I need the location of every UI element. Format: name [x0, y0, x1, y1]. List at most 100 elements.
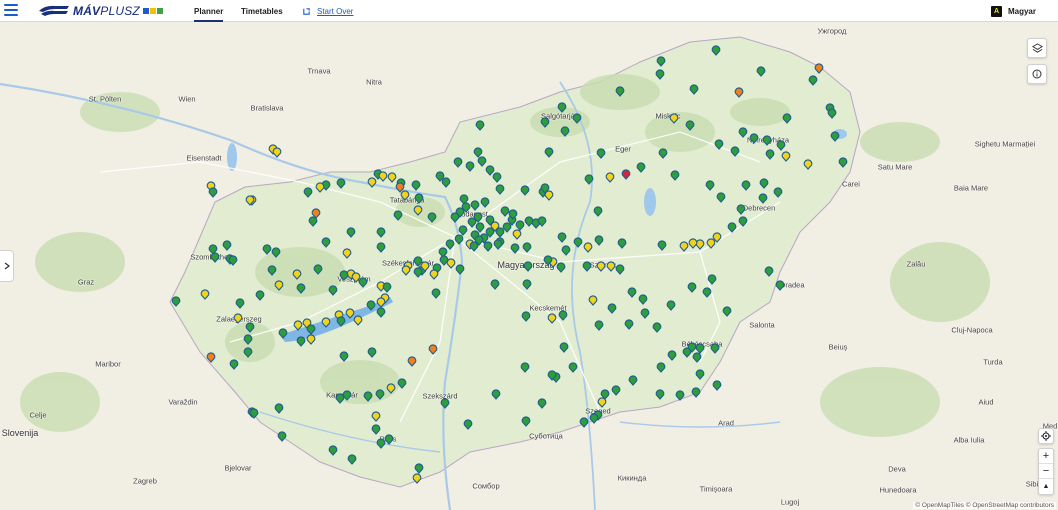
station-marker[interactable]: [347, 454, 357, 465]
station-marker[interactable]: [367, 177, 377, 188]
station-marker[interactable]: [727, 222, 737, 233]
station-marker[interactable]: [827, 108, 837, 119]
station-marker[interactable]: [762, 135, 772, 146]
station-marker[interactable]: [758, 193, 768, 204]
station-marker[interactable]: [722, 306, 732, 317]
station-marker[interactable]: [450, 212, 460, 223]
expand-panel-button[interactable]: [0, 250, 14, 282]
menu-icon[interactable]: [4, 4, 18, 16]
station-marker[interactable]: [400, 190, 410, 201]
station-marker[interactable]: [749, 133, 759, 144]
station-marker[interactable]: [255, 290, 265, 301]
station-marker[interactable]: [467, 217, 477, 228]
station-marker[interactable]: [606, 261, 616, 272]
station-marker[interactable]: [512, 229, 522, 240]
station-marker[interactable]: [353, 315, 363, 326]
station-marker[interactable]: [615, 264, 625, 275]
station-marker[interactable]: [367, 347, 377, 358]
station-marker[interactable]: [520, 185, 530, 196]
station-marker[interactable]: [830, 131, 840, 142]
station-marker[interactable]: [568, 362, 578, 373]
station-marker[interactable]: [342, 248, 352, 259]
station-marker[interactable]: [579, 417, 589, 428]
station-marker[interactable]: [321, 237, 331, 248]
tab-timetables[interactable]: Timetables: [241, 0, 283, 22]
station-marker[interactable]: [267, 265, 277, 276]
station-marker[interactable]: [469, 241, 479, 252]
station-marker[interactable]: [458, 225, 468, 236]
station-marker[interactable]: [465, 161, 475, 172]
station-marker[interactable]: [561, 245, 571, 256]
station-marker[interactable]: [781, 151, 791, 162]
station-marker[interactable]: [521, 416, 531, 427]
station-marker[interactable]: [378, 171, 388, 182]
station-marker[interactable]: [573, 237, 583, 248]
station-marker[interactable]: [345, 308, 355, 319]
station-marker[interactable]: [522, 242, 532, 253]
station-marker[interactable]: [558, 310, 568, 321]
station-marker[interactable]: [495, 184, 505, 195]
station-marker[interactable]: [336, 316, 346, 327]
station-marker[interactable]: [412, 473, 422, 484]
language-selector[interactable]: A Magyar: [990, 0, 1036, 22]
station-marker[interactable]: [491, 389, 501, 400]
station-marker[interactable]: [695, 369, 705, 380]
station-marker[interactable]: [756, 66, 766, 77]
station-marker[interactable]: [200, 289, 210, 300]
station-marker[interactable]: [705, 180, 715, 191]
station-marker[interactable]: [382, 282, 392, 293]
tab-planner[interactable]: Planner: [194, 0, 224, 22]
station-marker[interactable]: [695, 239, 705, 250]
station-marker[interactable]: [808, 75, 818, 86]
station-marker[interactable]: [376, 438, 386, 449]
station-marker[interactable]: [313, 264, 323, 275]
station-marker[interactable]: [560, 126, 570, 137]
station-marker[interactable]: [583, 242, 593, 253]
station-marker[interactable]: [366, 300, 376, 311]
station-marker[interactable]: [515, 220, 525, 231]
station-marker[interactable]: [272, 147, 282, 158]
station-marker[interactable]: [306, 334, 316, 345]
station-marker[interactable]: [596, 261, 606, 272]
station-marker[interactable]: [685, 120, 695, 131]
station-marker[interactable]: [376, 297, 386, 308]
station-marker[interactable]: [376, 242, 386, 253]
station-marker[interactable]: [584, 174, 594, 185]
station-marker[interactable]: [363, 391, 373, 402]
locate-button[interactable]: [1038, 428, 1054, 444]
station-marker[interactable]: [439, 255, 449, 266]
station-marker[interactable]: [702, 287, 712, 298]
station-marker[interactable]: [655, 69, 665, 80]
station-marker[interactable]: [736, 204, 746, 215]
station-marker[interactable]: [384, 434, 394, 445]
station-marker[interactable]: [463, 419, 473, 430]
map-canvas[interactable]: Trnava Nitra St. Pölten Wien Bratislava …: [0, 22, 1058, 510]
station-marker[interactable]: [413, 267, 423, 278]
station-marker[interactable]: [597, 397, 607, 408]
station-marker[interactable]: [401, 265, 411, 276]
station-marker[interactable]: [666, 300, 676, 311]
station-marker[interactable]: [375, 389, 385, 400]
station-marker[interactable]: [510, 243, 520, 254]
station-marker[interactable]: [537, 398, 547, 409]
layers-button[interactable]: [1027, 38, 1047, 58]
info-button[interactable]: [1027, 64, 1047, 84]
station-marker[interactable]: [738, 216, 748, 227]
station-marker[interactable]: [445, 239, 455, 250]
station-marker[interactable]: [572, 113, 582, 124]
station-marker[interactable]: [652, 322, 662, 333]
station-marker[interactable]: [315, 182, 325, 193]
station-marker[interactable]: [594, 235, 604, 246]
station-marker[interactable]: [544, 147, 554, 158]
station-marker[interactable]: [624, 319, 634, 330]
station-marker[interactable]: [730, 146, 740, 157]
station-marker[interactable]: [308, 216, 318, 227]
station-marker[interactable]: [594, 320, 604, 331]
station-marker[interactable]: [688, 238, 698, 249]
station-marker[interactable]: [621, 169, 631, 180]
station-marker[interactable]: [714, 139, 724, 150]
station-marker[interactable]: [658, 148, 668, 159]
station-marker[interactable]: [759, 178, 769, 189]
station-marker[interactable]: [522, 279, 532, 290]
station-marker[interactable]: [547, 313, 557, 324]
